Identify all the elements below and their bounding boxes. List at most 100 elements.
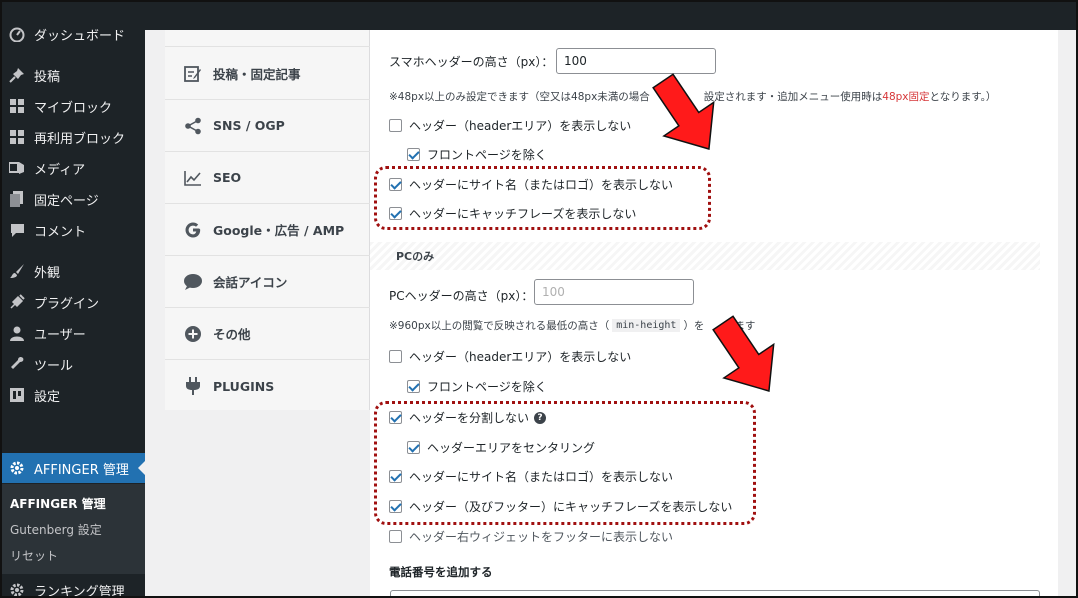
sp-height-label: スマホヘッダーの高さ（px）： xyxy=(389,54,554,69)
pc-widget-footer-checkbox[interactable] xyxy=(389,530,402,543)
sidebar-item-posts[interactable]: 投稿 xyxy=(0,62,145,88)
sidebar-item-settings[interactable]: 設定 xyxy=(0,382,145,408)
settings-nav-chat-icon[interactable]: 会話アイコン xyxy=(165,256,370,308)
sidebar-item-reusable-blocks[interactable]: 再利用ブロック xyxy=(0,124,145,150)
pc-exclude-front-checkbox[interactable] xyxy=(407,380,420,393)
pc-center-checkbox[interactable] xyxy=(407,441,420,454)
sp-height-input[interactable]: 100 xyxy=(556,48,716,74)
pc-hide-header-option[interactable]: ヘッダー（headerエリア）を表示しない xyxy=(389,348,631,365)
user-icon xyxy=(8,324,26,342)
pc-hide-catch-option[interactable]: ヘッダー（及びフッター）にキャッチフレーズを表示しない xyxy=(389,498,732,515)
sp-hide-catch-option[interactable]: ヘッダーにキャッチフレーズを表示しない xyxy=(389,205,636,222)
option-label: ヘッダーにサイト名（またはロゴ）を表示しない xyxy=(409,178,674,192)
option-label: ヘッダーを分割しない xyxy=(409,411,530,425)
settings-nav-other[interactable]: その他 xyxy=(165,308,370,360)
sp-exclude-front-checkbox[interactable] xyxy=(407,148,420,161)
sidebar-item-label: メディア xyxy=(34,162,86,178)
sp-hide-sitename-checkbox[interactable] xyxy=(389,178,402,191)
plug-icon xyxy=(183,376,203,396)
pc-hide-catch-checkbox[interactable] xyxy=(389,500,402,513)
affinger-submenu: AFFINGER 管理 Gutenberg 設定 リセット xyxy=(0,484,145,574)
note-text: ます xyxy=(734,320,756,332)
settings-nav-label: その他 xyxy=(213,327,251,342)
sidebar-item-users[interactable]: ユーザー xyxy=(0,320,145,346)
sidebar-item-label: ランキング管理 xyxy=(34,584,125,598)
sidebar-item-myblock[interactable]: マイブロック xyxy=(0,93,145,119)
pc-widget-footer-option[interactable]: ヘッダー右ウィジェットをフッターに表示しない xyxy=(389,528,673,545)
pc-hide-sitename-option[interactable]: ヘッダーにサイト名（またはロゴ）を表示しない xyxy=(389,468,673,485)
settings-nav-label: 投稿・固定記事 xyxy=(213,67,301,82)
note-text: ※960px以上の閲覧で反映される最低の高さ（ xyxy=(389,320,610,332)
pc-hide-header-checkbox[interactable] xyxy=(389,350,402,363)
sidebar-item-appearance[interactable]: 外観 xyxy=(0,258,145,284)
option-label: フロントページを除く xyxy=(427,380,547,394)
option-label: ヘッダーにサイト名（またはロゴ）を表示しない xyxy=(409,470,674,484)
settings-nav-seo[interactable]: SEO xyxy=(165,152,370,204)
google-icon xyxy=(183,220,203,240)
sp-hide-sitename-option[interactable]: ヘッダーにサイト名（またはロゴ）を表示しない xyxy=(389,176,673,193)
blocks-icon xyxy=(8,97,26,115)
pc-no-split-option[interactable]: ヘッダーを分割しない ? xyxy=(389,409,547,426)
sp-hide-header-option[interactable]: ヘッダー（headerエリア）を表示しない xyxy=(389,117,631,134)
sidebar-item-label: 外観 xyxy=(34,265,61,281)
option-label: ヘッダーにキャッチフレーズを表示しない xyxy=(409,207,637,221)
pc-height-label: PCヘッダーの高さ（px）： xyxy=(389,288,534,303)
page-icon xyxy=(8,190,26,208)
settings-content: スマホヘッダーの高さ（px）： 100 ※48px以上のみ設定できます（空又は4… xyxy=(370,30,1058,598)
pc-hide-sitename-checkbox[interactable] xyxy=(389,470,402,483)
sidebar-item-ranking[interactable]: ランキング管理 xyxy=(0,577,145,598)
plus-circle-icon xyxy=(183,324,203,344)
pc-section-heading: PCのみ xyxy=(370,242,1040,270)
media-icon xyxy=(8,159,26,177)
sidebar-item-dashboard[interactable]: ダッシュボード xyxy=(0,21,145,47)
sidebar-item-pages[interactable]: 固定ページ xyxy=(0,186,145,212)
sidebar-item-label: 固定ページ xyxy=(34,193,99,209)
option-label: フロントページを除く xyxy=(427,148,547,162)
pc-height-note: ※960px以上の閲覧で反映される最低の高さ（ min-height ）を ます xyxy=(389,318,755,333)
sidebar-item-label: マイブロック xyxy=(34,100,113,116)
option-label: ヘッダー（headerエリア）を表示しない xyxy=(409,119,632,133)
settings-nav-top-edge xyxy=(165,22,370,47)
settings-nav-plugins[interactable]: PLUGINS xyxy=(165,360,370,412)
pc-height-input[interactable]: 100 xyxy=(534,279,694,305)
phone-section-heading: 電話番号を追加する xyxy=(389,565,493,579)
pc-no-split-checkbox[interactable] xyxy=(389,411,402,424)
note-text: 設定されます・追加メニュー使用時は xyxy=(703,91,883,103)
settings-nav-label: Google・広告 / AMP xyxy=(213,223,345,238)
blocks-icon xyxy=(8,128,26,146)
settings-nav-posts[interactable]: 投稿・固定記事 xyxy=(165,48,370,100)
submenu-affinger-admin[interactable]: AFFINGER 管理 xyxy=(10,495,106,512)
brush-icon xyxy=(8,262,26,280)
settings-nav-label: SNS / OGP xyxy=(213,118,285,133)
option-label: ヘッダー（及びフッター）にキャッチフレーズを表示しない xyxy=(409,500,733,514)
sp-exclude-front-option[interactable]: フロントページを除く xyxy=(407,146,547,163)
sidebar-item-plugins[interactable]: プラグイン xyxy=(0,289,145,315)
settings-nav-label: 会話アイコン xyxy=(213,275,288,290)
note-code: min-height xyxy=(612,319,681,332)
note-text: となります。） xyxy=(929,91,997,103)
phone-input-top[interactable] xyxy=(390,590,1040,598)
settings-nav-sns[interactable]: SNS / OGP xyxy=(165,100,370,152)
edit-icon xyxy=(183,64,203,84)
wrench-icon xyxy=(8,355,26,373)
sp-hide-catch-checkbox[interactable] xyxy=(389,207,402,220)
settings-nav-label: SEO xyxy=(213,170,242,185)
pc-exclude-front-option[interactable]: フロントページを除く xyxy=(407,378,547,395)
speech-bubble-icon xyxy=(183,272,203,292)
plugin-icon xyxy=(8,293,26,311)
sp-height-note: ※48px以上のみ設定できます（空又は48px未満の場合 設定されます・追加メニ… xyxy=(389,89,996,104)
submenu-reset[interactable]: リセット xyxy=(10,547,58,564)
gear-icon xyxy=(8,581,26,598)
sidebar-item-media[interactable]: メディア xyxy=(0,155,145,181)
sp-hide-header-checkbox[interactable] xyxy=(389,119,402,132)
settings-nav-google[interactable]: Google・広告 / AMP xyxy=(165,204,370,256)
sidebar-item-tools[interactable]: ツール xyxy=(0,351,145,377)
sidebar-item-affinger[interactable]: AFFINGER 管理 xyxy=(0,453,145,483)
submenu-gutenberg-settings[interactable]: Gutenberg 設定 xyxy=(10,521,102,538)
chart-line-icon xyxy=(183,168,203,188)
sidebar-item-comments[interactable]: コメント xyxy=(0,217,145,243)
pc-center-option[interactable]: ヘッダーエリアをセンタリング xyxy=(407,439,595,456)
sidebar-item-label: ダッシュボード xyxy=(34,28,126,44)
help-icon[interactable]: ? xyxy=(534,411,547,424)
sidebar-item-label: コメント xyxy=(34,224,87,240)
